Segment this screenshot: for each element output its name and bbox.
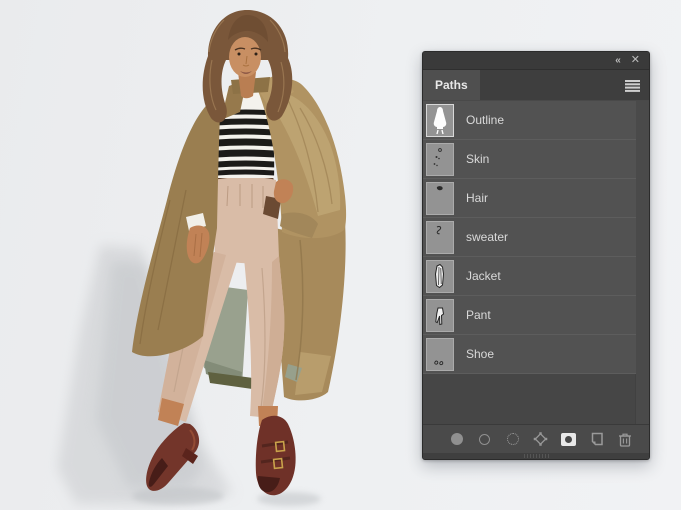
add-mask-icon[interactable]: [561, 432, 576, 447]
path-label: Outline: [466, 113, 504, 127]
panel-tabbar: Paths: [423, 70, 649, 101]
sweater-mark-icon: [427, 222, 453, 253]
path-label: Shoe: [466, 347, 494, 361]
path-label: sweater: [466, 230, 508, 244]
path-thumbnail-hair[interactable]: [426, 182, 454, 215]
path-thumbnail-skin[interactable]: [426, 143, 454, 176]
path-row-jacket[interactable]: Jacket: [423, 257, 636, 296]
path-label: Hair: [466, 191, 488, 205]
path-label: Skin: [466, 152, 489, 166]
delete-path-icon[interactable]: [617, 432, 632, 447]
path-row-pant[interactable]: Pant: [423, 296, 636, 335]
make-work-path-icon[interactable]: [533, 432, 548, 447]
path-row-skin[interactable]: Skin: [423, 140, 636, 179]
collapse-panel-icon[interactable]: «: [615, 56, 620, 66]
path-label: Pant: [466, 308, 491, 322]
path-thumbnail-sweater[interactable]: [426, 221, 454, 254]
resize-grip[interactable]: [523, 454, 549, 458]
path-thumbnail-outline[interactable]: [426, 104, 454, 137]
jacket-outline-icon: [427, 261, 453, 292]
stroke-path-icon[interactable]: [477, 432, 492, 447]
tab-paths-label: Paths: [435, 78, 468, 92]
path-row-outline[interactable]: Outline: [423, 101, 636, 140]
path-row-shoe[interactable]: Shoe: [423, 335, 636, 374]
panel-menu-icon[interactable]: [623, 79, 641, 92]
panel-footer-toolbar: [423, 424, 649, 453]
path-thumbnail-shoe[interactable]: [426, 338, 454, 371]
load-selection-icon[interactable]: [505, 432, 520, 447]
path-label: Jacket: [466, 269, 501, 283]
path-rows: Outline Skin: [423, 101, 636, 374]
pant-outline-icon: [427, 300, 453, 331]
hair-mark-icon: [427, 183, 453, 214]
shoe-marks-icon: [427, 339, 453, 370]
fill-path-icon[interactable]: [449, 432, 464, 447]
figure-outline-icon: [427, 105, 453, 136]
path-thumbnail-jacket[interactable]: [426, 260, 454, 293]
path-thumbnail-pant[interactable]: [426, 299, 454, 332]
skin-specks-icon: [427, 144, 453, 175]
paths-list: Outline Skin: [423, 101, 649, 424]
path-row-sweater[interactable]: sweater: [423, 218, 636, 257]
panel-bottom-edge: [423, 453, 649, 459]
tab-paths[interactable]: Paths: [423, 70, 480, 100]
screenshot-canvas: « ✕ Paths: [0, 0, 681, 510]
new-path-icon[interactable]: [589, 432, 604, 447]
path-row-hair[interactable]: Hair: [423, 179, 636, 218]
panel-titlebar: « ✕: [423, 52, 649, 70]
scrollbar-gutter[interactable]: [635, 101, 649, 424]
paths-panel: « ✕ Paths: [422, 51, 650, 460]
close-panel-icon[interactable]: ✕: [631, 55, 640, 66]
